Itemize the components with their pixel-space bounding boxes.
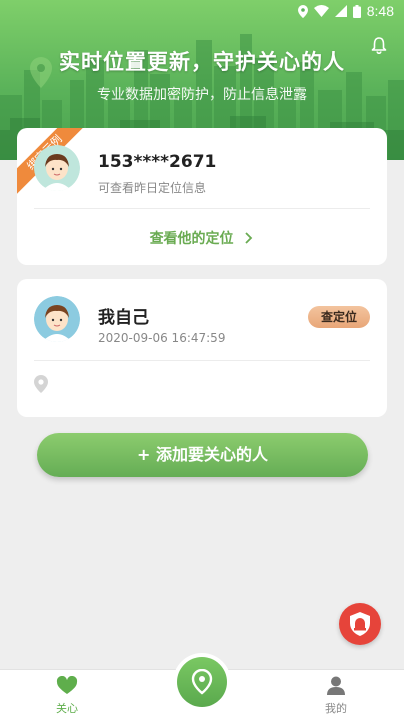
page-headline: 实时位置更新，守护关心的人 <box>59 50 345 74</box>
location-status-icon <box>297 4 308 18</box>
self-card[interactable]: 我自己 2020-09-06 16:47:59 查定位 <box>17 279 387 417</box>
signal-icon <box>334 5 347 17</box>
center-location-button[interactable] <box>177 657 227 707</box>
battery-icon <box>352 4 361 18</box>
tab-care[interactable]: 关心 <box>37 675 97 716</box>
wifi-icon <box>313 5 329 17</box>
tab-mine[interactable]: 我的 <box>306 676 366 716</box>
page-subheadline: 专业数据加密防护，防止信息泄露 <box>97 87 307 103</box>
tab-care-label: 关心 <box>56 702 78 715</box>
view-location-link[interactable]: 查看他的定位 <box>17 228 387 248</box>
alarm-shield-icon <box>350 612 370 636</box>
self-avatar <box>34 296 80 342</box>
check-location-button[interactable]: 查定位 <box>308 306 370 328</box>
heart-icon <box>56 675 78 694</box>
view-location-label: 查看他的定位 <box>149 231 234 247</box>
sos-button[interactable] <box>339 603 381 645</box>
chevron-right-icon <box>245 232 253 244</box>
contact-hint: 可查看昨日定位信息 <box>98 181 207 195</box>
contact-avatar <box>34 145 80 191</box>
location-pin-icon <box>34 375 48 393</box>
status-time: 8:48 <box>366 3 394 19</box>
self-name: 我自己 <box>98 308 149 328</box>
card-divider <box>34 360 370 361</box>
self-timestamp: 2020-09-06 16:47:59 <box>98 331 226 345</box>
contact-phone: 153****2671 <box>98 152 217 172</box>
add-contact-button[interactable]: + 添加要关心的人 <box>37 433 368 477</box>
tab-mine-label: 我的 <box>325 702 347 715</box>
example-contact-card[interactable]: 绑定示例 153****2671 可查看昨日定位信息 查看他的定位 <box>17 128 387 265</box>
status-bar: 8:48 <box>0 0 404 24</box>
person-icon <box>327 676 345 695</box>
location-pin-icon <box>191 669 213 695</box>
card-divider <box>34 208 370 209</box>
